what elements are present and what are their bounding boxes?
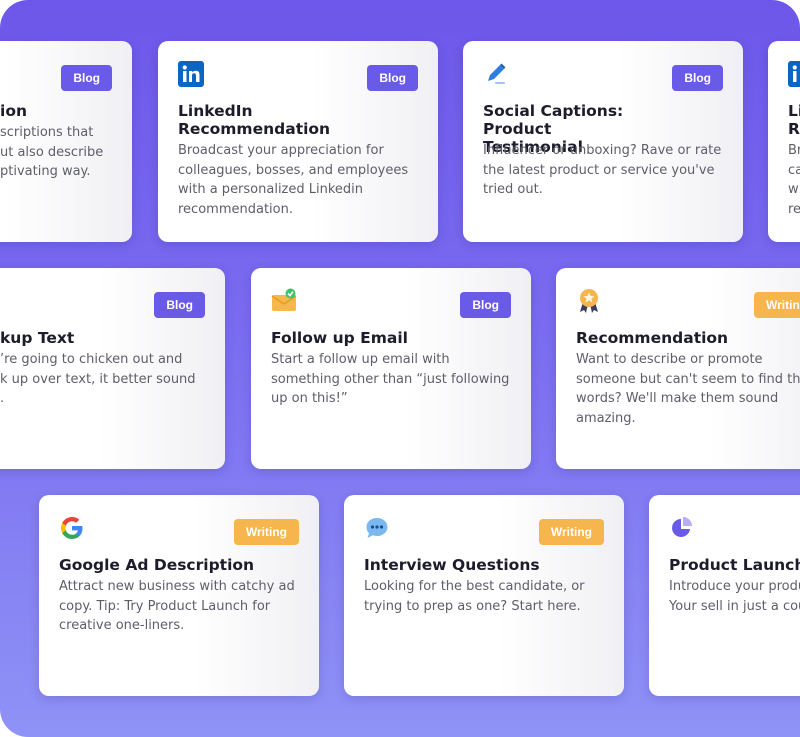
card-title: ion <box>0 102 27 120</box>
category-badge: Blog <box>672 65 723 91</box>
category-badge: Blog <box>367 65 418 91</box>
template-card-linkedin-partial[interactable]: Li R Br ca w re <box>768 41 800 242</box>
card-title: Product Launch <box>669 556 800 574</box>
template-card-follow-up-email[interactable]: Blog Follow up Email Start a follow up e… <box>251 268 531 469</box>
card-title: kup Text <box>0 329 75 347</box>
card-description: Want to describe or promote someone but … <box>576 352 800 426</box>
card-description: scriptions that ut also describe ptivati… <box>0 125 104 179</box>
card-title: Interview Questions <box>364 556 540 574</box>
card-title: Recommendation <box>576 329 729 347</box>
category-badge: Blog <box>154 292 205 318</box>
linkedin-icon <box>788 61 800 87</box>
award-icon <box>580 289 598 313</box>
linkedin-icon <box>178 61 204 87</box>
card-description: Introduce your produ Your sell in just a… <box>669 579 800 614</box>
email-check-icon <box>271 288 297 311</box>
card-description: ’re going to chicken out and k up over t… <box>0 352 196 406</box>
template-card-google-ad[interactable]: Writing Google Ad Description Attract ne… <box>39 495 319 696</box>
template-card-bio[interactable]: Blog ion scriptions that ut also describ… <box>0 41 132 242</box>
chat-bubble-icon <box>366 518 388 538</box>
card-title: Follow up Email <box>271 329 408 347</box>
category-badge: Blog <box>460 292 511 318</box>
card-title: Li R <box>788 102 800 138</box>
category-badge: Writing <box>754 292 800 318</box>
category-badge: Blog <box>61 65 112 91</box>
card-description: Start a follow up email with something o… <box>271 352 510 406</box>
card-description: Broadcast your appreciation for colleagu… <box>178 143 409 217</box>
card-description: Looking for the best candidate, or tryin… <box>364 579 585 614</box>
card-title: LinkedIn Recommendation <box>178 102 331 138</box>
card-description: Attract new business with catchy ad copy… <box>59 579 295 633</box>
category-badge: Writing <box>538 519 604 545</box>
category-badge: Writing <box>233 519 299 545</box>
template-card-social-captions[interactable]: Blog Social Captions: Product Testimonia… <box>463 41 743 242</box>
card-description: Br ca w re <box>788 143 800 217</box>
template-card-recommendation[interactable]: Writing Recommendation Want to describe … <box>556 268 800 469</box>
template-card-linkedin-recommendation[interactable]: Blog LinkedIn Recommendation Broadcast y… <box>158 41 438 242</box>
pen-icon <box>488 63 506 84</box>
card-title: Google Ad Description <box>59 556 255 574</box>
card-description: Influencer or unboxing? Rave or rate the… <box>483 143 722 197</box>
google-icon <box>61 517 83 539</box>
template-card-interview-questions[interactable]: Writing Interview Questions Looking for … <box>344 495 624 696</box>
template-card-pickup-text[interactable]: Blog kup Text ’re going to chicken out a… <box>0 268 225 469</box>
pie-chart-icon <box>672 517 692 537</box>
template-gallery: Blog ion scriptions that ut also describ… <box>0 0 800 737</box>
template-card-product-launch[interactable]: Product Launch Introduce your produ Your… <box>649 495 800 696</box>
